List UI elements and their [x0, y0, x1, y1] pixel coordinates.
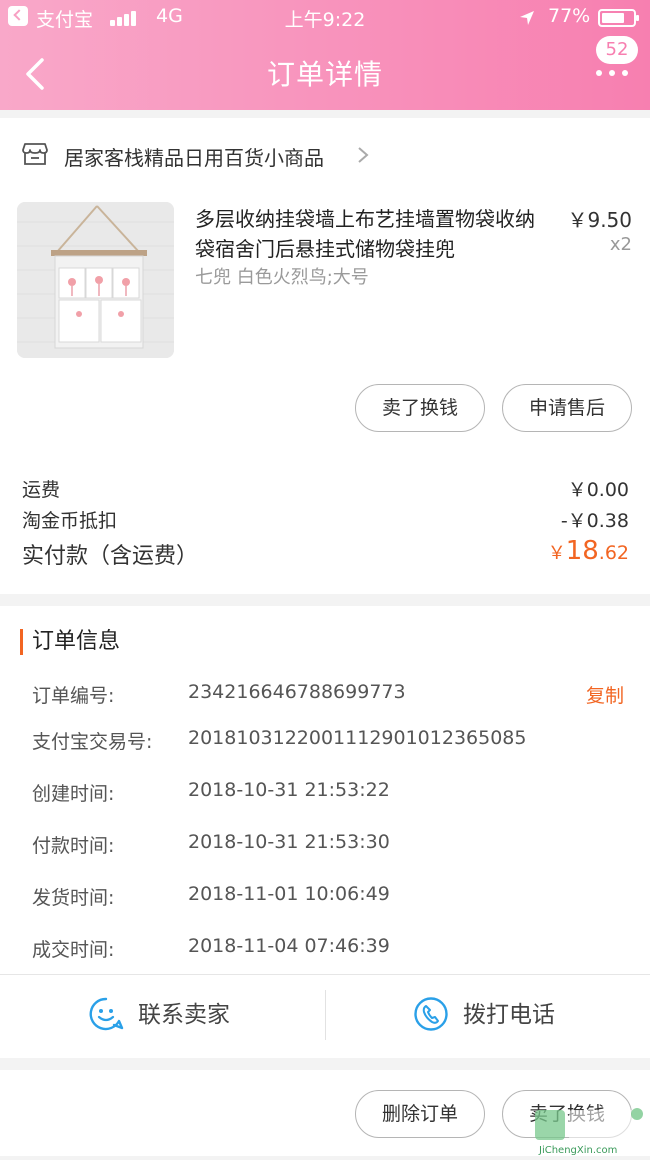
contact-seller-label: 联系卖家: [138, 1002, 230, 1028]
more-icon[interactable]: [592, 60, 632, 90]
chevron-right-icon: [358, 147, 369, 163]
shop-name: 居家客栈精品日用百货小商品: [64, 146, 324, 170]
total-paid-value: ￥18.62: [548, 536, 629, 566]
contact-seller-button[interactable]: 联系卖家: [88, 994, 268, 1036]
product-sku: 七兜 白色火烈鸟;大号: [195, 267, 369, 288]
chat-face-icon: [89, 997, 124, 1031]
order-number-value: 234216646788699773: [188, 681, 406, 703]
coin-discount-label: 淘金币抵扣: [22, 510, 118, 532]
call-phone-label: 拨打电话: [463, 1002, 555, 1028]
paid-time-value: 2018-10-31 21:53:30: [188, 831, 390, 853]
status-bar: 支付宝 4G 上午9:22 77%: [0, 0, 650, 36]
order-number-label: 订单编号:: [32, 685, 115, 707]
shop-row[interactable]: 居家客栈精品日用百货小商品: [0, 118, 650, 194]
call-phone-button[interactable]: 拨打电话: [413, 994, 593, 1036]
shipping-fee-label: 运费: [22, 479, 61, 501]
sell-for-cash-button[interactable]: 卖了换钱: [355, 384, 485, 432]
location-arrow-icon: [520, 11, 534, 25]
site-watermark-logo: JiChengXin.com: [533, 1106, 650, 1156]
product-quantity: x2: [609, 234, 632, 255]
order-item-card: 居家客栈精品日用百货小商品 多层收纳挂袋墙上布艺挂墙置物袋收纳袋宿舍门后悬挂式储…: [0, 118, 650, 594]
phone-icon: [414, 997, 448, 1031]
watermark-logo-graphic: JiChengXin.com: [533, 1108, 650, 1156]
alipay-trade-number-label: 支付宝交易号:: [32, 731, 153, 753]
product-price: ￥9.50: [567, 208, 632, 232]
shipping-fee-value: ￥0.00: [567, 479, 629, 501]
completed-time-value: 2018-11-04 07:46:39: [188, 935, 390, 957]
paid-time-label: 付款时间:: [32, 835, 115, 857]
total-integer: 18: [565, 536, 599, 566]
contact-divider: [325, 990, 326, 1040]
product-title[interactable]: 多层收纳挂袋墙上布艺挂墙置物袋收纳袋宿舍门后悬挂式储物袋挂兜: [195, 204, 545, 264]
product-image-drawing: [17, 202, 174, 358]
total-currency: ￥: [547, 543, 566, 564]
total-decimal: .62: [598, 542, 629, 564]
coin-discount-value: -￥0.38: [560, 510, 629, 532]
apply-after-sale-button[interactable]: 申请售后: [502, 384, 632, 432]
shipped-time-label: 发货时间:: [32, 887, 115, 909]
total-paid-label: 实付款（含运费）: [22, 544, 199, 569]
completed-time-label: 成交时间:: [32, 939, 115, 961]
header: 支付宝 4G 上午9:22 77% 订单详情 52: [0, 0, 650, 110]
order-info-title: 订单信息: [20, 629, 120, 655]
watermark-text: JiChengXin.com: [538, 1145, 617, 1156]
shipped-time-value: 2018-11-01 10:06:49: [188, 883, 390, 905]
coin-discount-row: 淘金币抵扣 -￥0.38: [22, 506, 629, 533]
notification-badge: 52: [596, 36, 638, 64]
product-image[interactable]: [17, 202, 174, 358]
store-icon: [22, 143, 48, 165]
battery-percent: 77%: [548, 5, 591, 27]
created-time-label: 创建时间:: [32, 783, 115, 805]
delete-order-button[interactable]: 删除订单: [355, 1090, 485, 1138]
copy-order-number-button[interactable]: 复制: [586, 681, 624, 708]
page-title: 订单详情: [266, 58, 383, 91]
battery-icon: [598, 9, 639, 27]
shipping-fee-row: 运费 ￥0.00: [22, 475, 629, 502]
alipay-trade-number-value: 2018103122001112901012365085: [188, 727, 527, 749]
created-time-value: 2018-10-31 21:53:22: [188, 779, 390, 801]
